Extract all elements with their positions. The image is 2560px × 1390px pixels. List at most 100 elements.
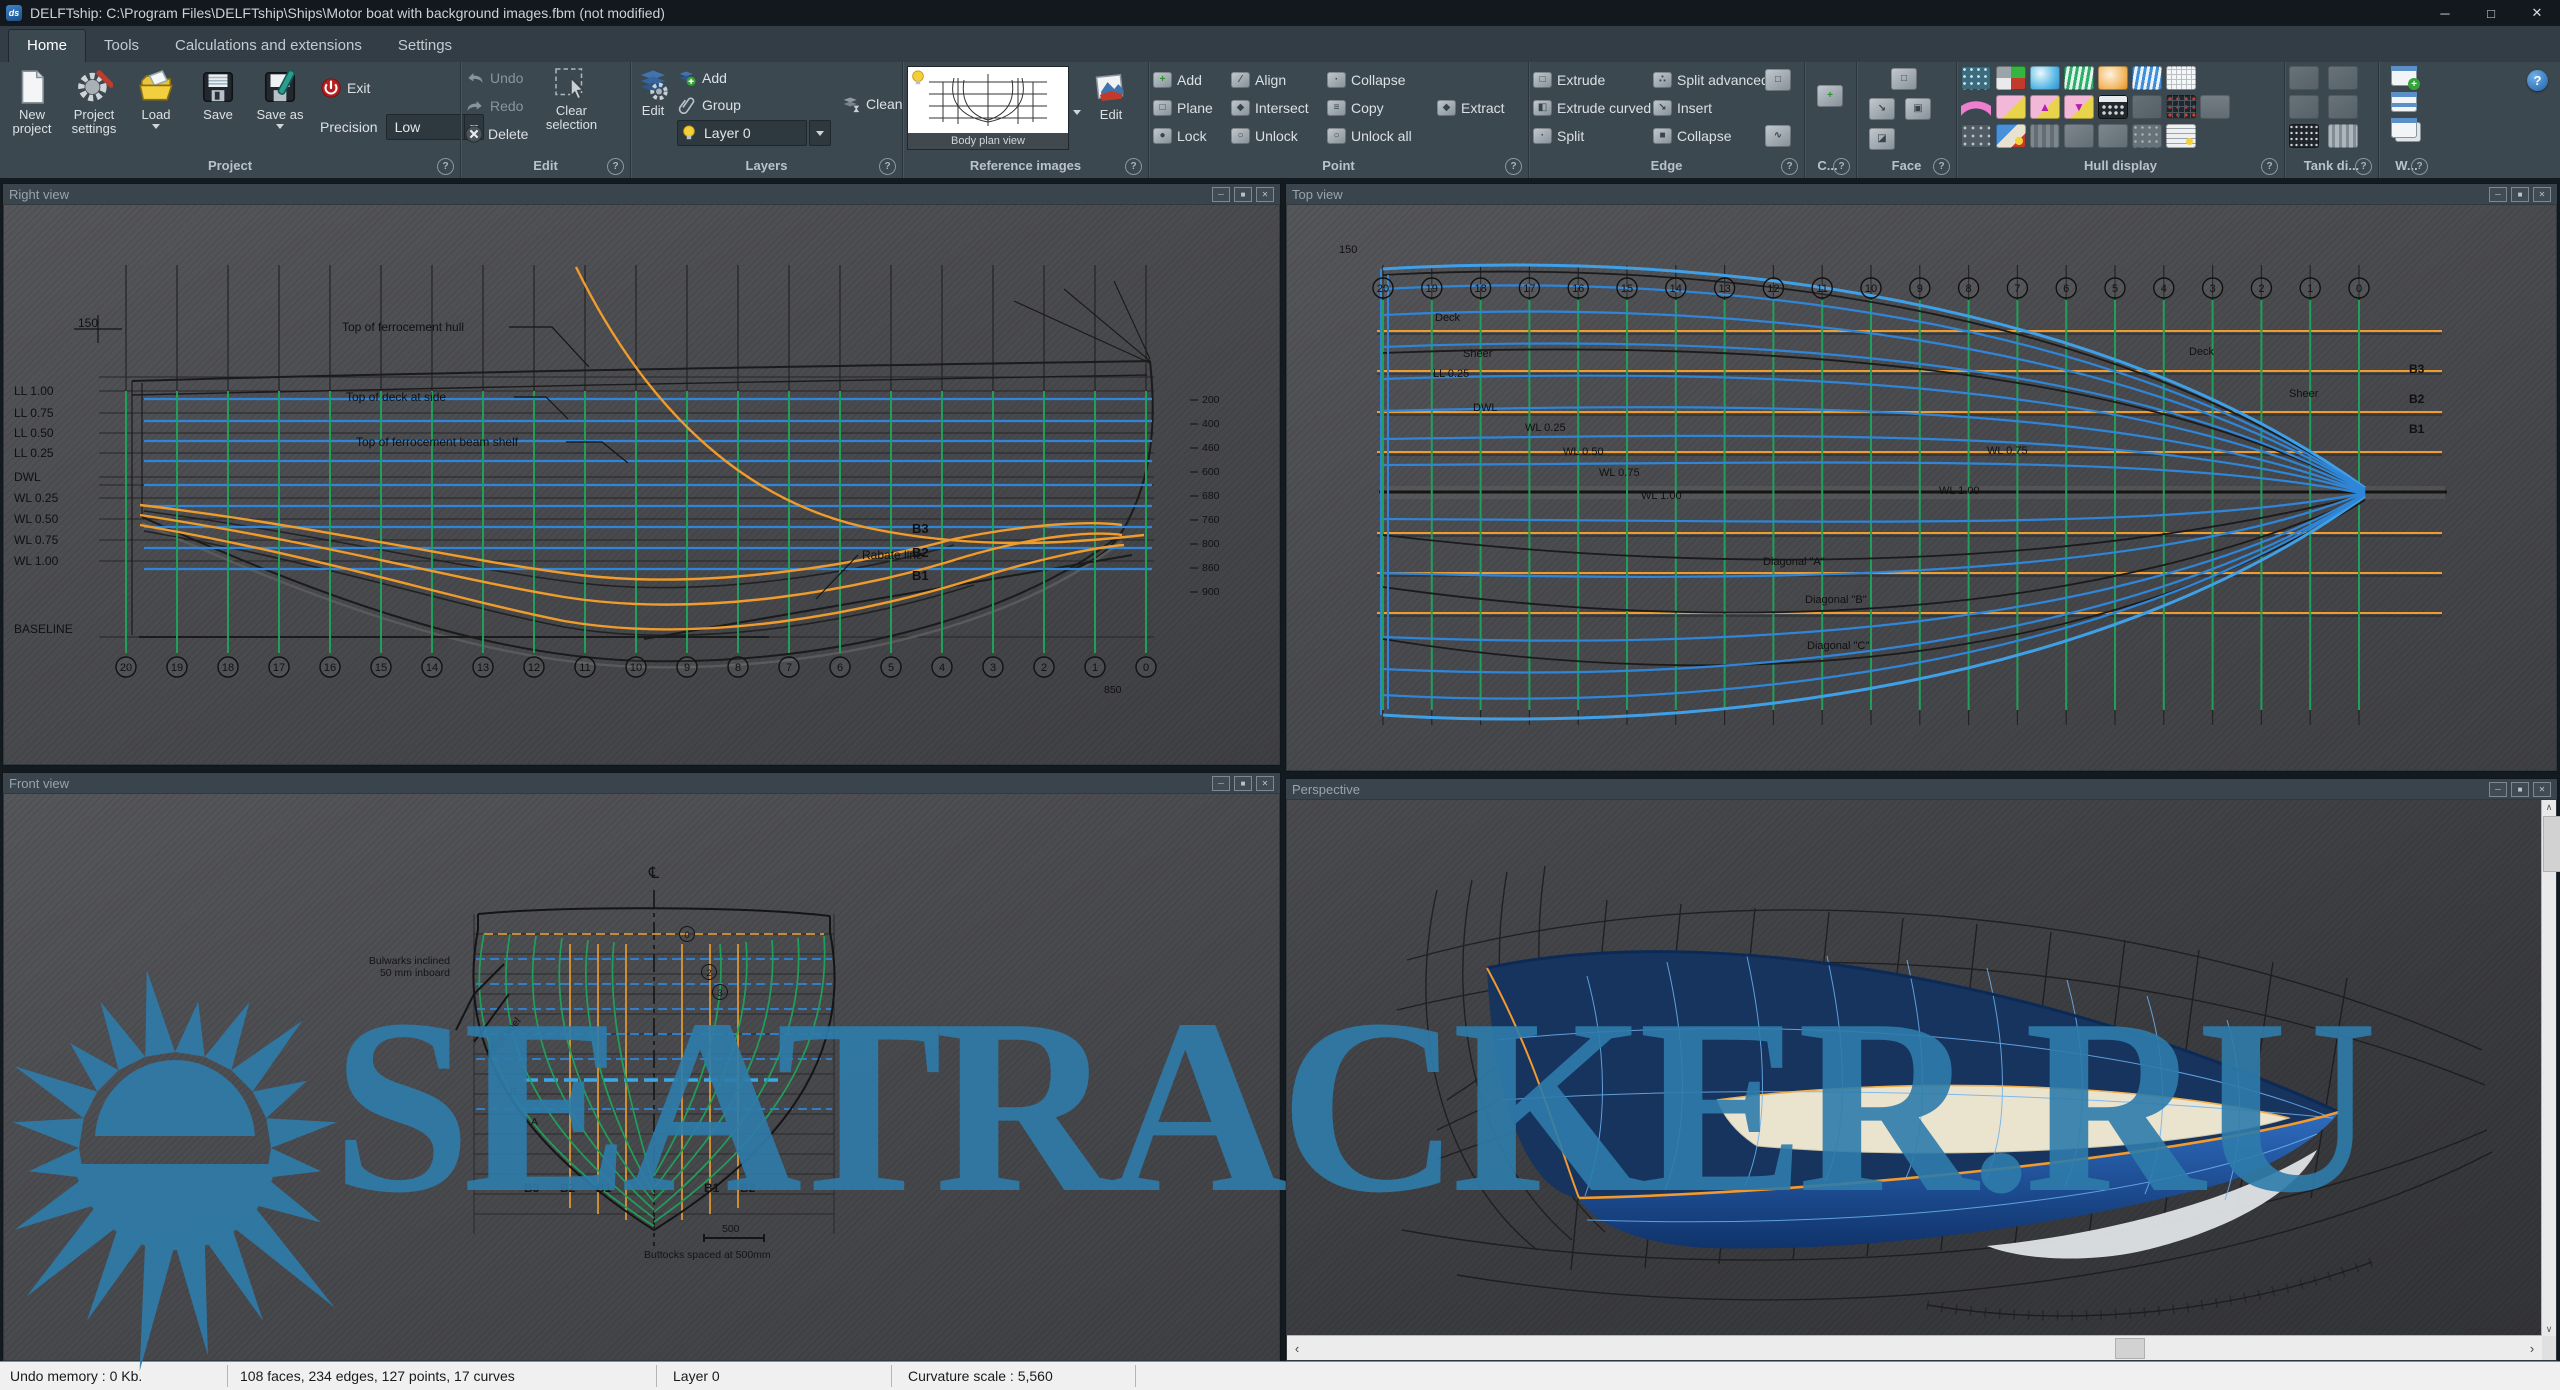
xray-icon[interactable]: [2289, 124, 2319, 148]
tab-tools[interactable]: Tools: [86, 30, 157, 62]
save-as-dropdown-caret[interactable]: [276, 124, 284, 129]
new-window-icon[interactable]: [2391, 66, 2417, 86]
edge-split-advanced-button[interactable]: Split advanced: [1653, 68, 1765, 92]
save-as-button[interactable]: Save as: [252, 68, 308, 156]
scroll-down-icon[interactable]: ∨: [2542, 1322, 2556, 1336]
help-windows-icon[interactable]: ?: [2411, 158, 2428, 175]
hydrostatics-calculator-icon[interactable]: [2098, 95, 2128, 119]
shaded-disabled-icon[interactable]: [2132, 95, 2162, 119]
clear-selection-button[interactable]: Clear selection: [536, 66, 606, 146]
tank-open-icon[interactable]: [2289, 95, 2319, 119]
help-layers-icon[interactable]: ?: [879, 158, 896, 175]
face-flip-icon[interactable]: [1905, 98, 1931, 120]
curve-add-button[interactable]: [1817, 84, 1852, 108]
point-unlock-button[interactable]: Unlock: [1231, 124, 1327, 148]
viewport-right-view[interactable]: Right view ─ ■ ✕: [2, 183, 1281, 766]
edge-extrude-button[interactable]: Extrude: [1533, 68, 1653, 92]
perspective-canvas[interactable]: [1287, 800, 2542, 1336]
tab-settings[interactable]: Settings: [380, 30, 470, 62]
perspective-close-button[interactable]: ✕: [2533, 782, 2551, 797]
front-view-maximize-button[interactable]: ■: [1234, 776, 1252, 791]
top-view-close-button[interactable]: ✕: [2533, 187, 2551, 202]
front-view-close-button[interactable]: ✕: [1256, 776, 1274, 791]
right-view-canvas[interactable]: 150 LL 1.00 LL 0.75 LL 0.50 LL 0.25 DWL …: [4, 205, 1279, 764]
tab-calculations[interactable]: Calculations and extensions: [157, 30, 380, 62]
perspective-horizontal-scrollbar[interactable]: ‹ ›: [1287, 1335, 2542, 1360]
reference-image-caret[interactable]: [1069, 66, 1085, 156]
front-view-minimize-button[interactable]: ─: [1212, 776, 1230, 791]
point-plane-button[interactable]: Plane: [1153, 96, 1231, 120]
shaded-panels-icon[interactable]: [1996, 66, 2026, 90]
redo-button[interactable]: Redo: [465, 94, 528, 118]
solid-view-icon[interactable]: [2064, 124, 2094, 148]
pin-markers-icon[interactable]: [2098, 124, 2128, 148]
report-icon[interactable]: [2166, 124, 2196, 148]
curvature-up-icon[interactable]: [2030, 95, 2060, 119]
scroll-right-icon[interactable]: ›: [2522, 1336, 2542, 1360]
edge-curve-points-button[interactable]: [1765, 124, 1801, 148]
zebra-blue-icon[interactable]: [2132, 66, 2162, 90]
curvature-plot-icon[interactable]: [1961, 95, 1991, 119]
project-settings-button[interactable]: Project settings: [66, 68, 122, 156]
layers-clean-button[interactable]: Clean: [841, 92, 903, 116]
layer-select[interactable]: Layer 0: [677, 120, 807, 146]
layers-group-button[interactable]: Group: [677, 93, 831, 117]
close-button[interactable]: ✕: [2514, 0, 2560, 26]
help-edit-icon[interactable]: ?: [607, 158, 624, 175]
help-face-icon[interactable]: ?: [1933, 158, 1950, 175]
edge-insert-button[interactable]: Insert: [1653, 96, 1765, 120]
point-collapse-button[interactable]: Collapse: [1327, 68, 1437, 92]
ship-photo-icon[interactable]: [2200, 95, 2230, 119]
load-button[interactable]: Load: [128, 68, 184, 156]
wireframe-icon[interactable]: [2166, 66, 2196, 90]
horizontal-scroll-thumb[interactable]: [2115, 1338, 2145, 1359]
top-view-maximize-button[interactable]: ■: [2511, 187, 2529, 202]
intersections-icon[interactable]: [1961, 124, 1991, 148]
help-reference-images-icon[interactable]: ?: [1125, 158, 1142, 175]
minimize-button[interactable]: ─: [2422, 0, 2468, 26]
face-mirror-icon[interactable]: [1869, 128, 1895, 150]
developability-icon[interactable]: [2098, 66, 2128, 90]
planking-icon[interactable]: [2030, 124, 2060, 148]
scroll-left-icon[interactable]: ‹: [1287, 1336, 1307, 1360]
layers-edit-button[interactable]: Edit: [635, 66, 671, 146]
scroll-up-icon[interactable]: ∧: [2542, 800, 2556, 814]
perspective-minimize-button[interactable]: ─: [2489, 782, 2507, 797]
save-button[interactable]: Save: [190, 68, 246, 156]
planks-icon[interactable]: [2328, 124, 2358, 148]
reference-edit-button[interactable]: Edit: [1085, 66, 1137, 156]
top-view-canvas[interactable]: 150 Deck Sheer LL 0.25 DWL WL 0.25 WL 0.…: [1287, 205, 2556, 770]
point-copy-button[interactable]: Copy: [1327, 96, 1437, 120]
tank-sections-icon[interactable]: [2328, 95, 2358, 119]
top-view-minimize-button[interactable]: ─: [2489, 187, 2507, 202]
help-curve-icon[interactable]: ?: [1833, 158, 1850, 175]
face-invert-icon[interactable]: [1869, 98, 1895, 120]
viewport-front-view[interactable]: Front view ─ ■ ✕: [2, 772, 1281, 1362]
zebra-green-icon[interactable]: [2064, 66, 2094, 90]
point-extract-button[interactable]: Extract: [1437, 96, 1517, 120]
edge-split-button[interactable]: Split: [1533, 124, 1653, 148]
undo-button[interactable]: Undo: [465, 66, 528, 90]
edge-insert-alt-button[interactable]: [1765, 68, 1801, 92]
cascade-windows-icon[interactable]: [2391, 118, 2417, 138]
tank-disabled-icon[interactable]: [2328, 66, 2358, 90]
right-view-minimize-button[interactable]: ─: [1212, 187, 1230, 202]
point-align-button[interactable]: Align: [1231, 68, 1327, 92]
point-unlock-all-button[interactable]: Unlock all: [1327, 124, 1437, 148]
help-button[interactable]: ?: [2527, 70, 2548, 91]
gaussian-curvature-icon[interactable]: [2030, 66, 2060, 90]
maximize-button[interactable]: □: [2468, 0, 2514, 26]
interior-shell-icon[interactable]: [1996, 95, 2026, 119]
curvature-down-icon[interactable]: [2064, 95, 2094, 119]
point-add-button[interactable]: Add: [1153, 68, 1231, 92]
viewport-perspective[interactable]: Perspective ─ ■ ✕: [1285, 778, 2558, 1362]
background-images-icon[interactable]: [1996, 124, 2026, 148]
perspective-maximize-button[interactable]: ■: [2511, 782, 2529, 797]
help-tank-display-icon[interactable]: ?: [2355, 158, 2372, 175]
grid-markers-icon[interactable]: [2166, 95, 2196, 119]
help-point-icon[interactable]: ?: [1505, 158, 1522, 175]
new-project-button[interactable]: New project: [4, 68, 60, 156]
load-dropdown-caret[interactable]: [152, 124, 160, 129]
reference-image-thumbnail[interactable]: Body plan view: [907, 66, 1069, 150]
point-cloud-icon[interactable]: [2132, 124, 2162, 148]
